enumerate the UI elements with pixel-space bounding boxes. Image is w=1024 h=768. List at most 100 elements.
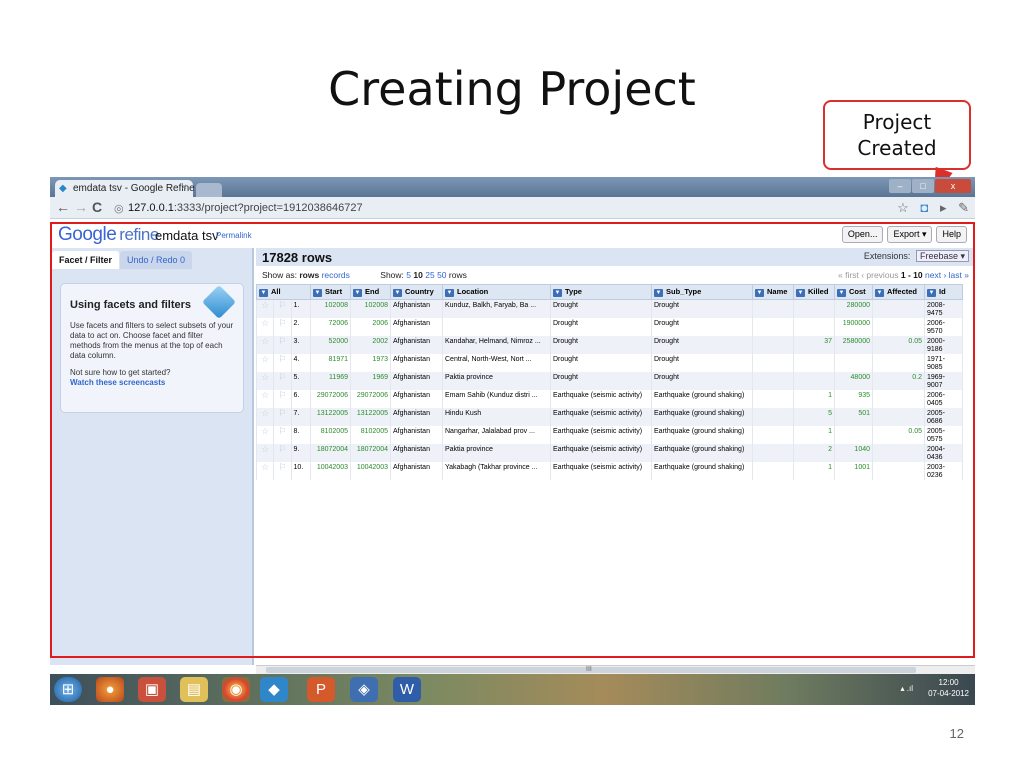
back-arrow-icon[interactable]: ←: [56, 199, 70, 215]
star-icon[interactable]: ☆: [255, 426, 275, 444]
freebase-dropdown[interactable]: Freebase ▾: [915, 250, 969, 262]
maximize-icon[interactable]: □: [912, 179, 934, 193]
table-body: ☆ ⚐ 1. 102008 102008 Afghanistan Kunduz, Balkh…: [255, 299, 963, 480]
column-header-id[interactable]: ▼ Id: [924, 284, 963, 300]
column-header-start[interactable]: ▼ Start: [310, 284, 351, 300]
system-clock[interactable]: 12:00 07-04-2012: [928, 677, 969, 699]
star-icon[interactable]: ☆: [255, 444, 275, 462]
column-header-type[interactable]: ▼ Type: [550, 284, 652, 300]
flag-icon[interactable]: ⚐: [273, 372, 292, 390]
address-bar[interactable]: ◎ 127.0.0.1:3333/project?project=1912038…: [112, 200, 892, 216]
star-icon[interactable]: ☆: [255, 336, 275, 354]
picture-viewer-icon[interactable]: ▣: [138, 677, 166, 702]
table-row: ☆ ⚐ 7. 13122005 13122005 Afghanistan Hindu Kus…: [255, 408, 963, 426]
column-header-all[interactable]: ▼ All: [256, 284, 311, 300]
media-icon[interactable]: ◈: [350, 677, 378, 702]
row-count-bar: 17828 rows Extensions: Freebase ▾: [256, 248, 975, 266]
page-size-5[interactable]: 5: [406, 270, 411, 280]
pager-next[interactable]: next ›: [925, 270, 946, 280]
windows-start-icon[interactable]: ⊞: [54, 677, 82, 702]
tab-facet-filter[interactable]: Facet / Filter: [52, 251, 120, 269]
flag-icon[interactable]: ⚐: [273, 318, 292, 336]
cell-sub-type: Earthquake (ground shaking): [651, 390, 753, 408]
chrome-icon[interactable]: ◉: [222, 677, 250, 702]
cell-sub-type: Earthquake (ground shaking): [651, 426, 753, 444]
pager-last[interactable]: last »: [949, 270, 969, 280]
extension-icon[interactable]: ◘: [920, 200, 928, 215]
left-panel: Facet / Filter Undo / Redo 0 Using facet…: [50, 248, 254, 665]
cell-location: Nangarhar, Jalalabad prov ...: [442, 426, 551, 444]
minimize-icon[interactable]: –: [889, 179, 911, 193]
cell-type: Drought: [550, 354, 652, 372]
browser-tab[interactable]: ◆ emdata tsv - Google Refine ×: [55, 180, 195, 197]
page-info-icon: ◎: [114, 203, 124, 215]
cell-country: Afghanistan: [390, 390, 443, 408]
flag-icon[interactable]: ⚐: [273, 408, 292, 426]
cell-killed: 37: [793, 336, 835, 354]
forward-arrow-icon[interactable]: →: [74, 199, 88, 215]
page-size-10[interactable]: 10: [413, 270, 422, 280]
table-row: ☆ ⚐ 4. 81971 1973 Afghanistan Central, North-W…: [255, 354, 963, 372]
tab-close-icon[interactable]: ×: [181, 182, 187, 193]
horizontal-scrollbar[interactable]: III: [256, 665, 975, 674]
table-row: ☆ ⚐ 2. 72006 2006 Afghanistan Drought Drought 19…: [255, 318, 963, 336]
column-header-location[interactable]: ▼ Location: [442, 284, 551, 300]
column-header-end[interactable]: ▼ End: [350, 284, 391, 300]
cell-affected: 0.05: [872, 336, 925, 354]
column-header-name[interactable]: ▼ Name: [752, 284, 794, 300]
export-button[interactable]: Export ▾: [887, 226, 933, 243]
word-icon[interactable]: W: [393, 677, 421, 702]
flag-icon[interactable]: ⚐: [273, 390, 292, 408]
star-icon[interactable]: ☆: [255, 390, 275, 408]
column-header-affected[interactable]: ▼ Affected: [872, 284, 925, 300]
bookmark-star-icon[interactable]: ☆: [897, 200, 909, 215]
refine-icon[interactable]: ◆: [260, 677, 288, 702]
pager-previous[interactable]: ‹ previous: [861, 270, 898, 280]
show-as-records[interactable]: records: [322, 270, 350, 280]
page-menu-icon[interactable]: ▸: [940, 200, 947, 215]
new-tab-button[interactable]: [196, 183, 222, 197]
reload-icon[interactable]: C: [92, 199, 102, 215]
flag-icon[interactable]: ⚐: [273, 444, 292, 462]
cell-name: [752, 408, 794, 426]
flag-icon[interactable]: ⚐: [273, 354, 292, 372]
firefox-icon[interactable]: ●: [96, 677, 124, 702]
flag-icon[interactable]: ⚐: [273, 336, 292, 354]
project-name[interactable]: emdata tsv: [155, 228, 219, 243]
cell-killed: [793, 299, 835, 318]
cell-id: 2008- 9475: [924, 299, 963, 318]
screencasts-link[interactable]: Watch these screencasts: [70, 378, 234, 387]
permalink-link[interactable]: Permalink: [216, 231, 252, 240]
star-icon[interactable]: ☆: [255, 299, 275, 318]
help-button[interactable]: Help: [936, 226, 967, 243]
star-icon[interactable]: ☆: [255, 462, 275, 480]
star-icon[interactable]: ☆: [255, 408, 275, 426]
google-refine-logo[interactable]: Google refine: [58, 224, 159, 246]
cell-affected: [872, 390, 925, 408]
cell-location: Kunduz, Balkh, Faryab, Ba ...: [442, 299, 551, 318]
star-icon[interactable]: ☆: [255, 372, 275, 390]
tray-icons[interactable]: ▴ .ıl: [901, 684, 913, 693]
explorer-folder-icon[interactable]: ▤: [180, 677, 208, 702]
wrench-icon[interactable]: ✎: [958, 200, 969, 215]
flag-icon[interactable]: ⚐: [273, 299, 292, 318]
tab-undo-redo[interactable]: Undo / Redo 0: [120, 251, 193, 269]
flag-icon[interactable]: ⚐: [273, 462, 292, 480]
star-icon[interactable]: ☆: [255, 354, 275, 372]
close-window-icon[interactable]: x: [935, 179, 971, 193]
page-size-50[interactable]: 50: [437, 270, 446, 280]
powerpoint-icon[interactable]: P: [307, 677, 335, 702]
star-icon[interactable]: ☆: [255, 318, 275, 336]
column-header-killed[interactable]: ▼ Killed: [793, 284, 835, 300]
column-header-cost[interactable]: ▼ Cost: [834, 284, 873, 300]
column-header-country[interactable]: ▼ Country: [390, 284, 443, 300]
open-button[interactable]: Open...: [841, 226, 884, 243]
flag-icon[interactable]: ⚐: [273, 426, 292, 444]
pager-range: 1 - 10: [900, 270, 923, 280]
cell-name: [752, 444, 794, 462]
pager-first[interactable]: « first: [838, 270, 859, 280]
page-size-25[interactable]: 25: [425, 270, 434, 280]
show-as-label: Show as:: [262, 270, 297, 280]
column-header-sub-type[interactable]: ▼ Sub_Type: [651, 284, 753, 300]
show-as-rows[interactable]: rows: [299, 270, 319, 280]
